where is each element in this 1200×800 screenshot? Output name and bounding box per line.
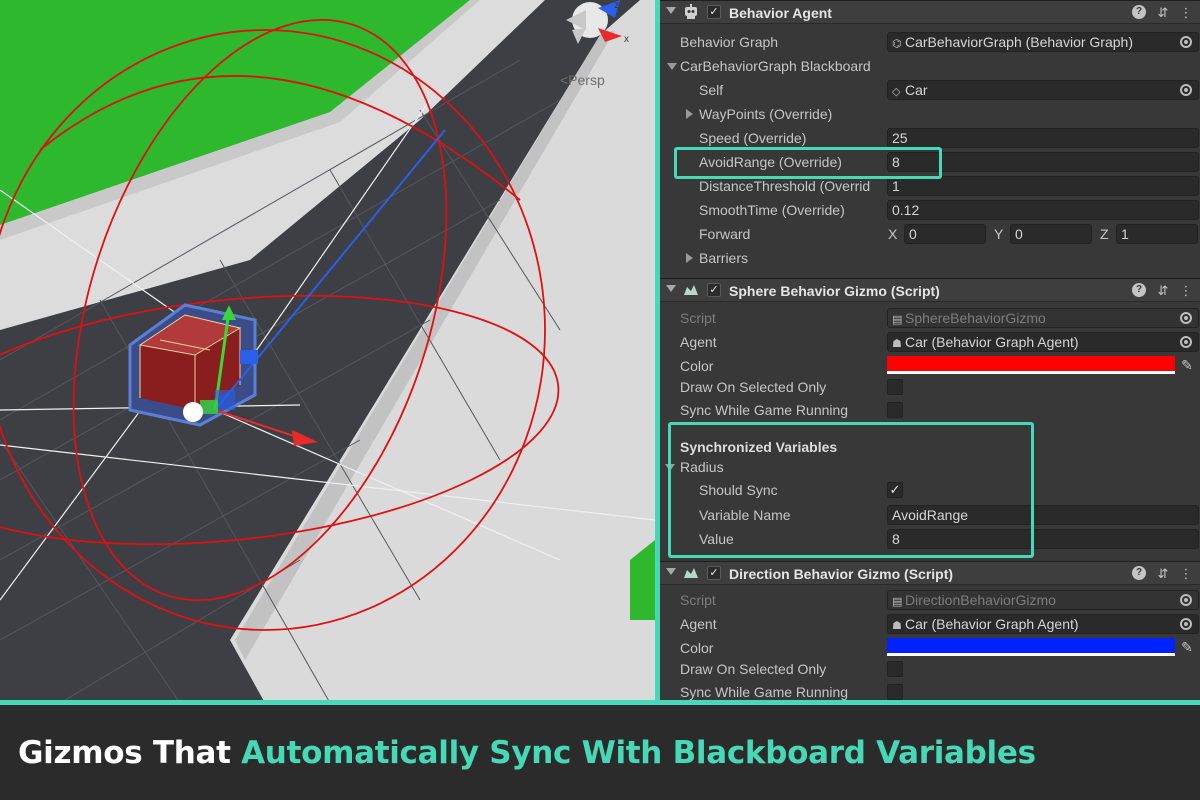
scene-canvas[interactable]: z x — [0, 0, 655, 703]
eyedropper-icon[interactable]: ✎ — [1179, 357, 1195, 373]
sync-running-label: Sync While Game Running — [680, 402, 849, 418]
sync-running-checkbox[interactable] — [887, 684, 903, 700]
self-label: Self — [699, 82, 724, 98]
gizmo-z-label: z — [614, 0, 619, 11]
waypoints-label[interactable]: WayPoints (Override) — [699, 106, 832, 122]
caption-white-part: Gizmos That — [18, 735, 242, 771]
self-field[interactable]: ◇ Car — [887, 80, 1199, 100]
object-picker-icon — [1180, 312, 1192, 324]
color-swatch[interactable] — [887, 356, 1175, 374]
script-value: SphereBehaviorGizmo — [905, 310, 1046, 326]
object-picker-icon[interactable] — [1180, 84, 1192, 96]
forward-label: Forward — [699, 226, 751, 242]
forward-x-field[interactable]: 0 — [904, 224, 986, 244]
caption-text: Gizmos That Automatically Sync With Blac… — [18, 735, 1036, 771]
draw-selected-label: Draw On Selected Only — [680, 379, 827, 395]
blackboard-fold-icon[interactable] — [667, 63, 677, 70]
more-menu-icon[interactable]: ⋮ — [1178, 283, 1194, 298]
distance-threshold-field[interactable]: 1 — [887, 176, 1199, 196]
inspector-panel: ✓ Behavior Agent ? ⇵ ⋮ Behavior Graph ⌬ C… — [660, 0, 1200, 703]
sync-running-label: Sync While Game Running — [680, 684, 849, 700]
fold-arrow-icon[interactable] — [666, 7, 676, 14]
object-picker-icon[interactable] — [1180, 618, 1192, 630]
forward-z-label: Z — [1100, 226, 1109, 242]
more-menu-icon[interactable]: ⋮ — [1178, 566, 1194, 581]
smooth-time-field[interactable]: 0.12 — [887, 200, 1199, 220]
self-value: Car — [905, 82, 928, 98]
script-value: DirectionBehaviorGizmo — [905, 592, 1056, 608]
projection-toggle[interactable]: <Persp — [560, 72, 605, 88]
agent-label: Agent — [680, 334, 717, 350]
component-enabled-checkbox[interactable]: ✓ — [707, 5, 721, 19]
settings-icon[interactable]: ⇵ — [1155, 283, 1171, 298]
object-picker-icon[interactable] — [1180, 336, 1192, 348]
settings-icon[interactable]: ⇵ — [1155, 5, 1171, 20]
object-picker-icon[interactable] — [1180, 36, 1192, 48]
color-label: Color — [680, 358, 714, 374]
component-enabled-checkbox[interactable]: ✓ — [707, 566, 721, 580]
distance-threshold-label: DistanceThreshold (Overrid — [699, 178, 871, 194]
agent-field[interactable]: ☗ Car (Behavior Graph Agent) — [887, 614, 1199, 634]
behavior-graph-value: CarBehaviorGraph (Behavior Graph) — [905, 34, 1133, 50]
component-enabled-checkbox[interactable]: ✓ — [707, 283, 721, 297]
script-file-icon: ▤ — [892, 314, 903, 326]
eyedropper-icon[interactable]: ✎ — [1179, 639, 1195, 655]
cube-icon: ◇ — [892, 86, 901, 98]
behavior-graph-label: Behavior Graph — [680, 34, 779, 50]
fold-arrow-icon[interactable] — [666, 285, 676, 292]
draw-selected-label: Draw On Selected Only — [680, 661, 827, 677]
more-menu-icon[interactable]: ⋮ — [1178, 5, 1194, 20]
barriers-label[interactable]: Barriers — [699, 250, 748, 266]
help-icon[interactable]: ? — [1132, 283, 1146, 297]
smooth-time-label: SmoothTime (Override) — [699, 202, 845, 218]
forward-x-label: X — [888, 226, 898, 242]
caption-banner: Gizmos That Automatically Sync With Blac… — [0, 705, 1200, 800]
script-icon — [684, 568, 698, 578]
help-icon[interactable]: ? — [1132, 5, 1146, 19]
forward-z-field[interactable]: 1 — [1116, 224, 1198, 244]
script-icon — [684, 285, 698, 295]
script-field: ▤ SphereBehaviorGizmo — [887, 308, 1199, 328]
direction-gizmo-header[interactable]: ✓ Direction Behavior Gizmo (Script) ? ⇵ … — [660, 561, 1200, 585]
agent-label: Agent — [680, 616, 717, 632]
robot-icon: ☗ — [892, 620, 902, 632]
blackboard-label[interactable]: CarBehaviorGraph Blackboard — [680, 58, 871, 74]
forward-y-field[interactable]: 0 — [1010, 224, 1092, 244]
help-icon[interactable]: ? — [1132, 566, 1146, 580]
agent-value: Car (Behavior Graph Agent) — [905, 616, 1079, 632]
draw-selected-checkbox[interactable] — [887, 661, 903, 677]
object-picker-icon — [1180, 594, 1192, 606]
draw-selected-checkbox[interactable] — [887, 379, 903, 395]
color-label: Color — [680, 640, 714, 656]
barriers-fold-icon[interactable] — [686, 253, 693, 263]
waypoints-fold-icon[interactable] — [686, 109, 693, 119]
script-label: Script — [680, 592, 716, 608]
caption-green-part: Automatically Sync With Blackboard Varia… — [241, 735, 1036, 771]
synced-variables-highlight — [668, 422, 1034, 558]
behavior-agent-header[interactable]: ✓ Behavior Agent ? ⇵ ⋮ — [660, 0, 1200, 24]
avoid-range-highlight — [674, 147, 942, 179]
behavior-graph-field[interactable]: ⌬ CarBehaviorGraph (Behavior Graph) — [887, 32, 1199, 52]
component-title: Direction Behavior Gizmo (Script) — [729, 566, 954, 582]
script-field: ▤ DirectionBehaviorGizmo — [887, 590, 1199, 610]
fold-arrow-icon[interactable] — [666, 568, 676, 575]
speed-field[interactable]: 25 — [887, 128, 1199, 148]
settings-icon[interactable]: ⇵ — [1155, 566, 1171, 581]
graph-asset-icon: ⌬ — [892, 38, 902, 50]
robot-icon — [685, 4, 697, 19]
sync-running-checkbox[interactable] — [887, 402, 903, 418]
component-title: Sphere Behavior Gizmo (Script) — [729, 283, 940, 299]
sphere-gizmo-header[interactable]: ✓ Sphere Behavior Gizmo (Script) ? ⇵ ⋮ — [660, 278, 1200, 302]
agent-field[interactable]: ☗ Car (Behavior Graph Agent) — [887, 332, 1199, 352]
agent-value: Car (Behavior Graph Agent) — [905, 334, 1079, 350]
script-file-icon: ▤ — [892, 596, 903, 608]
color-swatch[interactable] — [887, 638, 1175, 656]
component-title: Behavior Agent — [729, 5, 832, 21]
speed-label: Speed (Override) — [699, 130, 807, 146]
robot-icon: ☗ — [892, 338, 902, 350]
gizmo-x-label: x — [624, 34, 629, 45]
script-label: Script — [680, 310, 716, 326]
forward-y-label: Y — [994, 226, 1004, 242]
scene-view[interactable]: z x <Persp — [0, 0, 655, 703]
